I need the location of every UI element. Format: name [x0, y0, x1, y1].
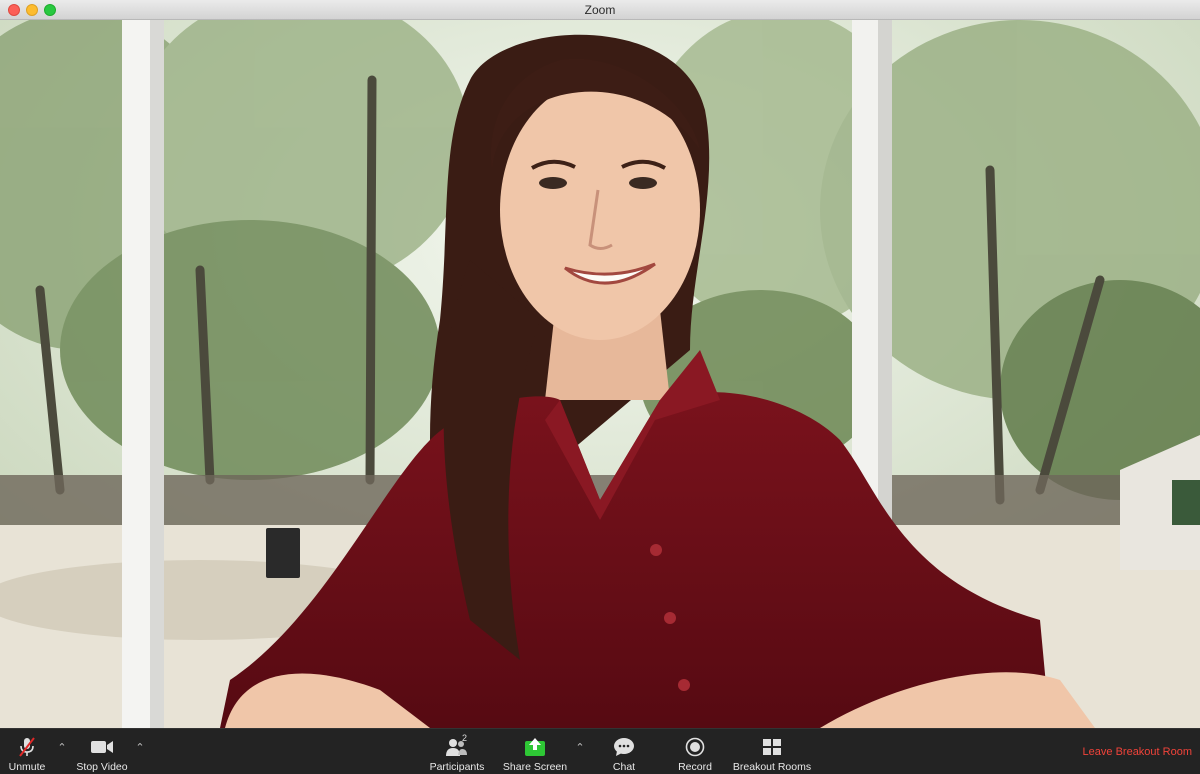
participant-video	[0, 20, 1200, 728]
participants-button[interactable]: 2 Participants	[428, 731, 486, 773]
share-options-caret[interactable]: ⌃	[574, 741, 586, 754]
chat-bubble-icon	[611, 736, 637, 758]
video-options-caret[interactable]: ⌃	[134, 741, 146, 754]
share-screen-label: Share Screen	[502, 761, 568, 773]
participants-label: Participants	[429, 761, 485, 773]
leave-breakout-room-button[interactable]: Leave Breakout Room	[1083, 746, 1192, 758]
breakout-rooms-icon	[759, 736, 785, 758]
record-button[interactable]: Record	[674, 731, 716, 773]
chat-button[interactable]: Chat	[606, 731, 642, 773]
video-scene	[0, 20, 1200, 728]
title-bar: Zoom	[0, 0, 1200, 20]
meeting-toolbar: Unmute ⌃ Stop Video ⌃ 2 Participants Sha…	[0, 728, 1200, 774]
participants-count: 2	[462, 733, 468, 743]
record-icon	[682, 736, 708, 758]
chat-label: Chat	[612, 761, 636, 773]
audio-options-caret[interactable]: ⌃	[56, 741, 68, 754]
trash-bin	[266, 528, 300, 578]
unmute-button[interactable]: Unmute	[6, 731, 48, 773]
stop-video-button[interactable]: Stop Video	[74, 731, 130, 773]
record-label: Record	[678, 761, 712, 773]
breakout-rooms-button[interactable]: Breakout Rooms	[732, 731, 812, 773]
window-title: Zoom	[584, 3, 616, 17]
video-camera-icon	[89, 736, 115, 758]
stop-video-label: Stop Video	[76, 761, 128, 773]
participants-icon: 2	[444, 733, 470, 758]
microphone-muted-icon	[14, 736, 40, 758]
breakout-rooms-label: Breakout Rooms	[732, 761, 812, 773]
unmute-label: Unmute	[8, 761, 46, 773]
share-screen-icon	[522, 736, 548, 758]
share-screen-button[interactable]: Share Screen	[502, 731, 568, 773]
